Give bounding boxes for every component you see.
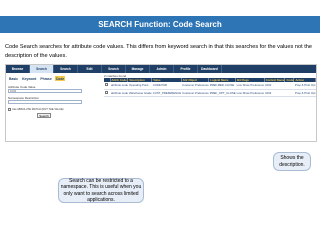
nav-item-edit[interactable]: Edit (78, 65, 102, 73)
nav-item-profile[interactable]: Profile (174, 65, 198, 73)
subtab-keyword[interactable]: Keyword (21, 76, 37, 81)
subtab-basic[interactable]: Basic (8, 76, 19, 81)
cell-action (284, 89, 294, 97)
cell-attr-object: Customer Preference (181, 82, 209, 90)
subtab-code[interactable]: Code (54, 76, 66, 81)
cell-value: CUST_PREFERENCE (151, 89, 182, 97)
cell-context-name: Low Show Preference (235, 89, 265, 97)
cell-logical-name: PREF.MED CLOSE (208, 82, 236, 90)
nav-item-manage[interactable]: Manage (126, 65, 150, 73)
results-table: Attrib Code Description Value Attr Objec… (104, 78, 316, 97)
subtab-phrase[interactable]: Phrase (39, 76, 52, 81)
app-screenshot: Browse Search Search Edit Search Manage … (5, 64, 317, 142)
col-attrib-code[interactable]: Attrib Code (110, 78, 129, 82)
table-row[interactable]: attribute.code Warehouse Grade CUST_PREF… (104, 89, 316, 97)
col-code[interactable]: Code (284, 78, 295, 82)
absolute-match-label: Use ABSOLUTE MATCH (NOT THE VALUE) (12, 108, 64, 111)
nav-item-dashboard[interactable]: Dashboard (198, 65, 222, 73)
cell-code: 1002 (264, 89, 285, 97)
col-context-name[interactable]: Context Name (264, 78, 286, 82)
slide-title-text: SEARCH Function: Code Search (98, 20, 222, 29)
description-callout: Shows the description. (273, 152, 311, 171)
results-header-row: Attrib Code Description Value Attr Objec… (104, 78, 316, 82)
nav-item-search-2[interactable]: Search (54, 65, 78, 73)
absolute-match-option: Use ABSOLUTE MATCH (NOT THE VALUE) (8, 108, 64, 111)
search-button[interactable]: Search (37, 113, 51, 118)
cell-context-name: Low Show Preference (235, 82, 265, 90)
nav-item-search[interactable]: Search (30, 65, 54, 73)
cell-logical-name: PREF_OPT_CLOSE (208, 89, 236, 97)
table-row[interactable]: attribute.code Operating Point CODE7000 … (104, 82, 316, 90)
attribute-code-input[interactable]: 1002 (8, 89, 82, 93)
absolute-match-checkbox[interactable] (8, 108, 11, 111)
cell-action-link[interactable]: Prop & Ptrst Opt (293, 89, 316, 97)
search-subtabs: Basic Keyword Phrase Code (8, 76, 66, 81)
top-nav: Browse Search Search Edit Search Manage … (6, 65, 316, 73)
namespace-input[interactable] (8, 100, 82, 104)
slide-title: SEARCH Function: Code Search (0, 16, 320, 33)
nav-item-search-3[interactable]: Search (102, 65, 126, 73)
cell-attr-object: Customer Preference (181, 89, 209, 97)
namespace-callout: Search can be restricted to a namespace.… (58, 178, 144, 203)
slide-description: Code Search searches for attribute code … (5, 44, 312, 59)
cell-code: 1002 (264, 82, 285, 90)
cell-description: Operating Point (127, 82, 152, 90)
cell-value: CODE7000 (151, 82, 182, 90)
nav-item-admin[interactable]: Admin (150, 65, 174, 73)
cell-description: Warehouse Grade (127, 89, 152, 97)
cell-attrib-code[interactable]: attribute.code (110, 89, 128, 97)
cell-action-link[interactable]: Prop & Ptrst Opt (293, 82, 316, 90)
cell-attrib-code[interactable]: attribute.code (110, 82, 128, 90)
cell-action (284, 82, 294, 90)
nav-item-browse[interactable]: Browse (6, 65, 30, 73)
